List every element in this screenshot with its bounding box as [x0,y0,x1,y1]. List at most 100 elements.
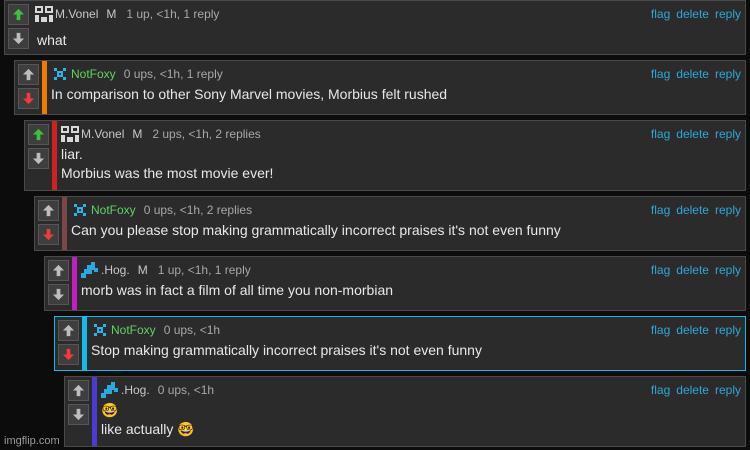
comment-meta: M.Vonel M 2 ups, <1h, 2 replies [61,126,261,142]
flag-link[interactable]: flag [651,263,670,277]
comment-body: morb was in fact a film of all time you … [81,281,737,300]
upvote-button[interactable] [68,380,89,401]
comment-body: liar. Morbius was the most movie ever! [61,145,737,183]
arrow-down-icon [72,408,85,421]
downvote-button[interactable] [18,88,39,109]
comment-info: 0 ups, <1h, 2 replies [143,203,253,217]
username[interactable]: .Hog. [121,383,150,397]
comment: NotFoxy 0 ups, <1h, 1 reply flag delete … [14,60,746,115]
downvote-button[interactable] [58,344,79,365]
reply-link[interactable]: reply [715,7,741,21]
arrow-down-icon [12,32,25,45]
user-badge: M [137,263,148,277]
delete-link[interactable]: delete [676,67,709,81]
delete-link[interactable]: delete [676,7,709,21]
downvote-button[interactable] [48,284,69,305]
upvote-button[interactable] [28,124,49,145]
username[interactable]: M.Vonel [55,7,98,21]
vote-controls [65,377,90,446]
arrow-up-icon [72,384,85,397]
arrow-up-icon [42,204,55,217]
vote-controls [35,197,60,250]
comment-info: 2 ups, <1h, 2 replies [152,127,261,141]
arrow-down-icon [22,92,35,105]
hog-pixel-avatar-icon [101,382,118,398]
comment-info: 0 ups, <1h [157,383,215,397]
vote-controls [15,61,40,114]
thread-color-bar [62,197,67,250]
delete-link[interactable]: delete [676,323,709,337]
reply-link[interactable]: reply [715,67,741,81]
reply-link[interactable]: reply [715,323,741,337]
hog-pixel-avatar-icon [81,262,98,278]
upvote-button[interactable] [48,260,69,281]
upvote-button[interactable] [18,64,39,85]
comment-actions: flag delete reply [651,127,741,141]
user-badge: M [132,127,143,141]
username[interactable]: NotFoxy [111,323,156,337]
comment: NotFoxy 0 ups, <1h flag delete reply Sto… [54,316,746,371]
arrow-up-icon [12,8,25,21]
comment-text-line: 🤓 [101,402,119,418]
flag-link[interactable]: flag [651,323,670,337]
comment-text: morb was in fact a film of all time you … [81,282,394,298]
imgflip-watermark: imgflip.com [4,435,60,447]
username[interactable]: NotFoxy [71,67,116,81]
username[interactable]: M.Vonel [81,127,124,141]
thread-color-bar [72,257,77,310]
mvonel-pixel-avatar-icon [61,126,79,142]
upvote-button[interactable] [38,200,59,221]
username[interactable]: .Hog. [101,263,130,277]
downvote-button[interactable] [28,148,49,169]
delete-link[interactable]: delete [676,263,709,277]
upvote-button[interactable] [58,320,79,341]
downvote-button[interactable] [8,28,29,49]
reply-link[interactable]: reply [715,127,741,141]
notfoxy-pixel-avatar-icon [74,204,86,216]
upvote-button[interactable] [8,4,29,25]
downvote-button[interactable] [38,224,59,245]
comment: M.Vonel M 1 up, <1h, 1 reply flag delete… [4,0,746,55]
comment: .Hog. M 1 up, <1h, 1 reply flag delete r… [44,256,746,311]
arrow-up-icon [52,264,65,277]
vote-controls [5,1,30,54]
comment-actions: flag delete reply [651,203,741,217]
flag-link[interactable]: flag [651,67,670,81]
comment-text: Stop making grammatically incorrect prai… [91,342,482,358]
flag-link[interactable]: flag [651,127,670,141]
thread-color-bar [52,121,57,190]
reply-link[interactable]: reply [715,383,741,397]
delete-link[interactable]: delete [676,127,709,141]
reply-link[interactable]: reply [715,203,741,217]
comment-info: 1 up, <1h, 1 reply [126,7,220,21]
flag-link[interactable]: flag [651,203,670,217]
comment-actions: flag delete reply [651,7,741,21]
comment-actions: flag delete reply [651,323,741,337]
comment-actions: flag delete reply [651,383,741,397]
comment: M.Vonel M 2 ups, <1h, 2 replies flag del… [24,120,746,191]
thread-color-bar [42,61,47,114]
comment-meta: .Hog. 0 ups, <1h [101,382,214,398]
comment-body: In comparison to other Sony Marvel movie… [51,85,737,104]
delete-link[interactable]: delete [676,383,709,397]
flag-link[interactable]: flag [651,383,670,397]
comment-info: 1 up, <1h, 1 reply [157,263,251,277]
notfoxy-pixel-avatar-icon [54,68,66,80]
thread-color-bar [92,377,97,446]
comment-meta: NotFoxy 0 ups, <1h, 2 replies [71,202,252,218]
downvote-button[interactable] [68,404,89,425]
username[interactable]: NotFoxy [91,203,136,217]
reply-link[interactable]: reply [715,263,741,277]
thread-color-bar [82,317,87,370]
notfoxy-pixel-avatar-icon [94,324,106,336]
comment-body: Stop making grammatically incorrect prai… [91,341,737,360]
arrow-up-icon [32,128,45,141]
arrow-down-icon [62,348,75,361]
comment-text: Can you please stop making grammatically… [71,222,561,238]
delete-link[interactable]: delete [676,203,709,217]
comment-text-line: liar. [61,146,83,162]
comment-text-line: Morbius was the most movie ever! [61,165,274,181]
arrow-down-icon [32,152,45,165]
comment: .Hog. 0 ups, <1h flag delete reply 🤓 lik… [64,376,746,447]
flag-link[interactable]: flag [651,7,670,21]
